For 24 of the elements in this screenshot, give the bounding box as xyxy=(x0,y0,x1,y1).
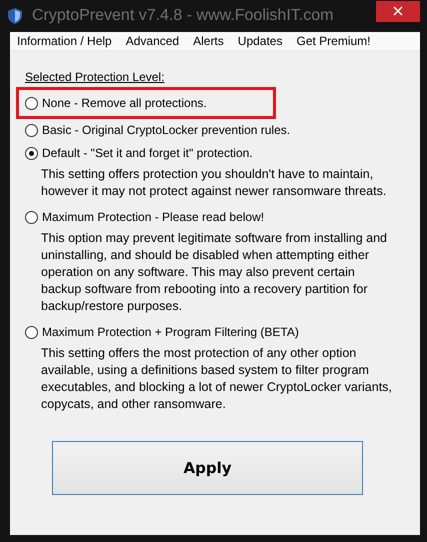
menu-item[interactable]: Get Premium! xyxy=(296,34,370,48)
menu-item[interactable]: Updates xyxy=(238,34,282,48)
menu-item[interactable]: Alerts xyxy=(193,34,224,48)
highlighted-radio-option[interactable]: None - Remove all protections. xyxy=(25,96,267,110)
selected-radio-button[interactable] xyxy=(25,146,38,160)
radio-option[interactable]: Default - "Set it and forget it" protection. xyxy=(25,146,253,160)
close-button[interactable] xyxy=(376,0,420,22)
option-description: This setting offers the most protection of any other option available, using a definitions based system to filter program executables, and blocking a lot of newer CryptoLocker variants, copycats, and other ransomware. xyxy=(41,345,393,413)
option-description: This setting offers protection you shouldn't have to maintain, however it may not protect against newer ransomware threats. xyxy=(41,166,388,200)
radio-option[interactable]: Maximum Protection - Please read below! xyxy=(25,210,264,224)
radio-option[interactable]: Basic - Original CryptoLocker prevention rules. xyxy=(25,123,290,137)
option-description: This option may prevent legitimate software from installing and uninstalling, and should be disabled when attempting either operation on any software. This may also prevent certain backup software from rebooting into a recovery partition for backup/restore purposes. xyxy=(41,230,388,315)
radio-button[interactable] xyxy=(25,326,38,338)
shield-icon xyxy=(8,8,22,24)
radio-button[interactable] xyxy=(25,210,38,224)
menu-item[interactable]: Information / Help xyxy=(17,34,112,48)
radio-button[interactable] xyxy=(25,124,38,136)
apply-button[interactable]: Apply xyxy=(52,441,363,495)
menu-item[interactable]: Advanced xyxy=(126,34,180,48)
window-title: CryptoPrevent v7.4.8 - www.FoolishIT.com xyxy=(32,7,334,25)
radio-option[interactable]: Maximum Protection + Program Filtering (BETA) xyxy=(25,325,299,339)
close-icon xyxy=(393,6,403,16)
radio-button[interactable] xyxy=(25,96,38,110)
group-label: Selected Protection Level: xyxy=(25,70,164,84)
